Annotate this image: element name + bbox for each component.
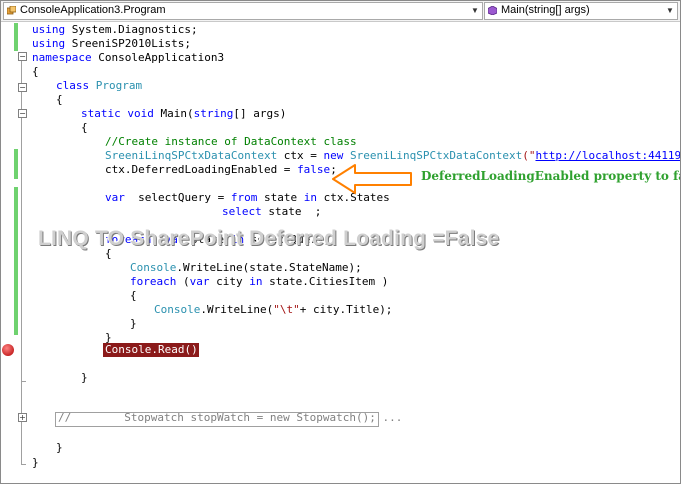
code-line[interactable]: ctx.DeferredLoadingEnabled = false; [105, 163, 337, 177]
code-line[interactable]: class Program [56, 79, 142, 93]
code-line[interactable]: { [130, 289, 137, 303]
code-line[interactable]: { [32, 65, 39, 79]
collapse-icon[interactable]: − [18, 109, 27, 118]
change-marker [14, 149, 18, 179]
code-editor-window: ConsoleApplication3.Program ▼ Main(strin… [0, 0, 681, 484]
class-selector-label: ConsoleApplication3.Program [20, 4, 166, 16]
chevron-down-icon[interactable]: ▼ [664, 4, 676, 18]
chevron-down-icon[interactable]: ▼ [469, 4, 481, 18]
code-line[interactable]: { [81, 121, 88, 135]
outline-guide-end [21, 381, 26, 382]
class-icon [7, 6, 16, 15]
collapse-icon[interactable]: − [18, 52, 27, 61]
code-line-breakpoint[interactable]: Console.Read(); [105, 343, 204, 357]
code-line[interactable]: } [32, 456, 39, 470]
code-line[interactable]: } [130, 317, 137, 331]
change-marker [14, 23, 18, 51]
method-icon [488, 6, 497, 15]
code-line[interactable]: } [81, 371, 88, 385]
outline-guide [21, 113, 22, 381]
code-line[interactable]: foreach (var city in state.CitiesItem ) [130, 275, 388, 289]
code-line[interactable]: } [56, 441, 63, 455]
navigation-bar: ConsoleApplication3.Program ▼ Main(strin… [1, 1, 680, 22]
code-line[interactable]: using SreeniSP2010Lists; [32, 37, 191, 51]
annotation-label: DeferredLoadingEnabled property to false [421, 169, 681, 183]
arrow-left-icon [332, 164, 412, 194]
code-line[interactable]: namespace ConsoleApplication3 [32, 51, 224, 65]
code-line[interactable]: Console.WriteLine(state.StateName); [130, 261, 362, 275]
outline-guide-end [21, 464, 26, 465]
code-line[interactable]: select state ; [222, 205, 321, 219]
member-selector-dropdown[interactable]: Main(string[] args) ▼ [484, 2, 678, 20]
url-link: http://localhost:44119/ [535, 149, 681, 162]
code-line[interactable]: SreeniLinqSPCtxDataContext ctx = new Sre… [105, 149, 681, 163]
code-line[interactable]: Console.WriteLine("\t"+ city.Title); [154, 303, 392, 317]
code-line[interactable]: //Create instance of DataContext class [105, 135, 357, 149]
watermark-title: LINQ TO SharePoint Deferred Loading =Fal… [38, 227, 500, 250]
code-line[interactable]: using System.Diagnostics; [32, 23, 198, 37]
change-marker [14, 187, 18, 335]
code-line[interactable]: static void Main(string[] args) [81, 107, 286, 121]
expand-icon[interactable]: + [18, 413, 27, 422]
class-selector-dropdown[interactable]: ConsoleApplication3.Program ▼ [3, 2, 483, 20]
member-selector-label: Main(string[] args) [501, 4, 590, 16]
collapsed-region-text: // Stopwatch stopWatch = new Stopwatch()… [58, 411, 403, 424]
breakpoint-icon[interactable] [2, 344, 14, 356]
collapse-icon[interactable]: − [18, 83, 27, 92]
code-line[interactable]: { [56, 93, 63, 107]
outline-guide [21, 422, 22, 442]
